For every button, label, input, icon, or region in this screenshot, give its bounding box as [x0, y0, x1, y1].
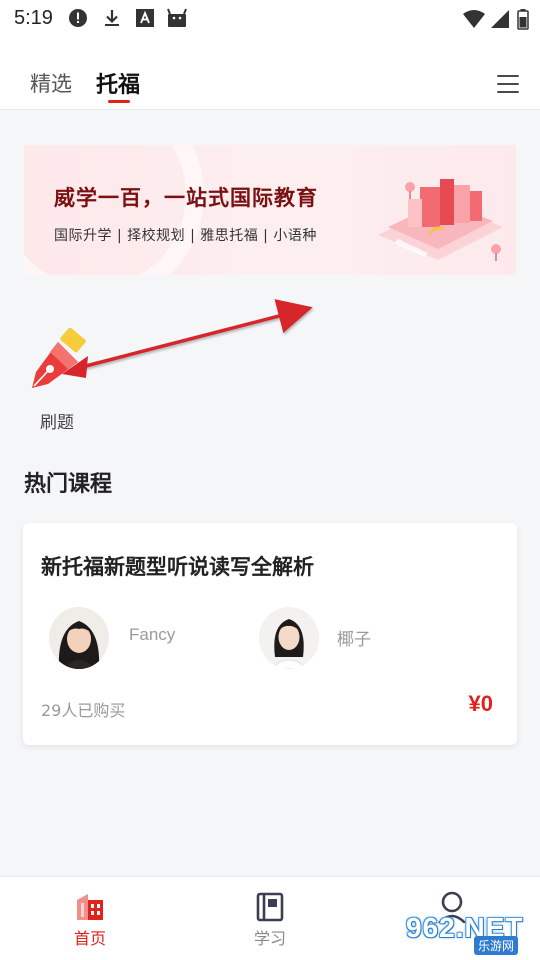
teacher-name: Fancy	[129, 625, 176, 644]
course-title: 新托福新题型听说读写全解析	[41, 555, 314, 579]
banner-subtitle: 国际升学 | 择校规划 | 雅思托福 | 小语种	[54, 228, 317, 244]
avatar	[49, 607, 109, 669]
banner-title: 威学一百，一站式国际教育	[54, 186, 318, 210]
menu-icon-line	[497, 75, 519, 77]
nav-home-label: 首页	[73, 929, 106, 948]
wifi-icon	[463, 10, 485, 28]
purchase-count: 29人已购买	[41, 701, 126, 720]
tab-toefl[interactable]: 托福	[96, 67, 140, 99]
teacher-name: 椰子	[337, 630, 371, 650]
watermark-subtext: 乐游网	[474, 936, 519, 955]
practice-entry[interactable]: 刷题	[24, 328, 96, 438]
practice-label: 刷题	[40, 413, 74, 433]
menu-icon-line	[497, 83, 519, 85]
font-a-icon	[136, 9, 154, 27]
tab-featured[interactable]: 精选	[30, 68, 72, 98]
notebook-icon	[256, 892, 284, 922]
avatar	[259, 607, 319, 669]
android-icon	[167, 8, 187, 27]
status-bar: 5:19	[0, 0, 540, 38]
alert-circle-icon	[69, 9, 87, 27]
promo-banner[interactable]: 威学一百，一站式国际教育 国际升学 | 择校规划 | 雅思托福 | 小语种	[24, 145, 516, 275]
top-tab-bar: 精选 托福	[0, 38, 540, 110]
menu-button[interactable]	[497, 73, 519, 95]
nav-study[interactable]: 学习	[210, 877, 330, 960]
hot-courses-title: 热门课程	[24, 472, 113, 497]
download-icon	[105, 10, 119, 26]
banner-illustration	[378, 179, 503, 261]
signal-icon	[491, 10, 509, 28]
watermark: 962.NET 乐游网	[402, 912, 536, 956]
menu-icon-line	[497, 91, 519, 93]
status-time: 5:19	[14, 7, 53, 29]
home-building-icon	[77, 894, 103, 920]
battery-icon	[517, 9, 529, 30]
course-price: ¥0	[468, 691, 493, 716]
pen-nib-icon	[32, 328, 86, 388]
nav-study-label: 学习	[253, 929, 286, 948]
active-tab-indicator	[108, 100, 130, 103]
nav-home[interactable]: 首页	[30, 877, 150, 960]
course-card[interactable]: 新托福新题型听说读写全解析 Fancy 椰子 29人已购买 ¥0	[23, 523, 517, 745]
